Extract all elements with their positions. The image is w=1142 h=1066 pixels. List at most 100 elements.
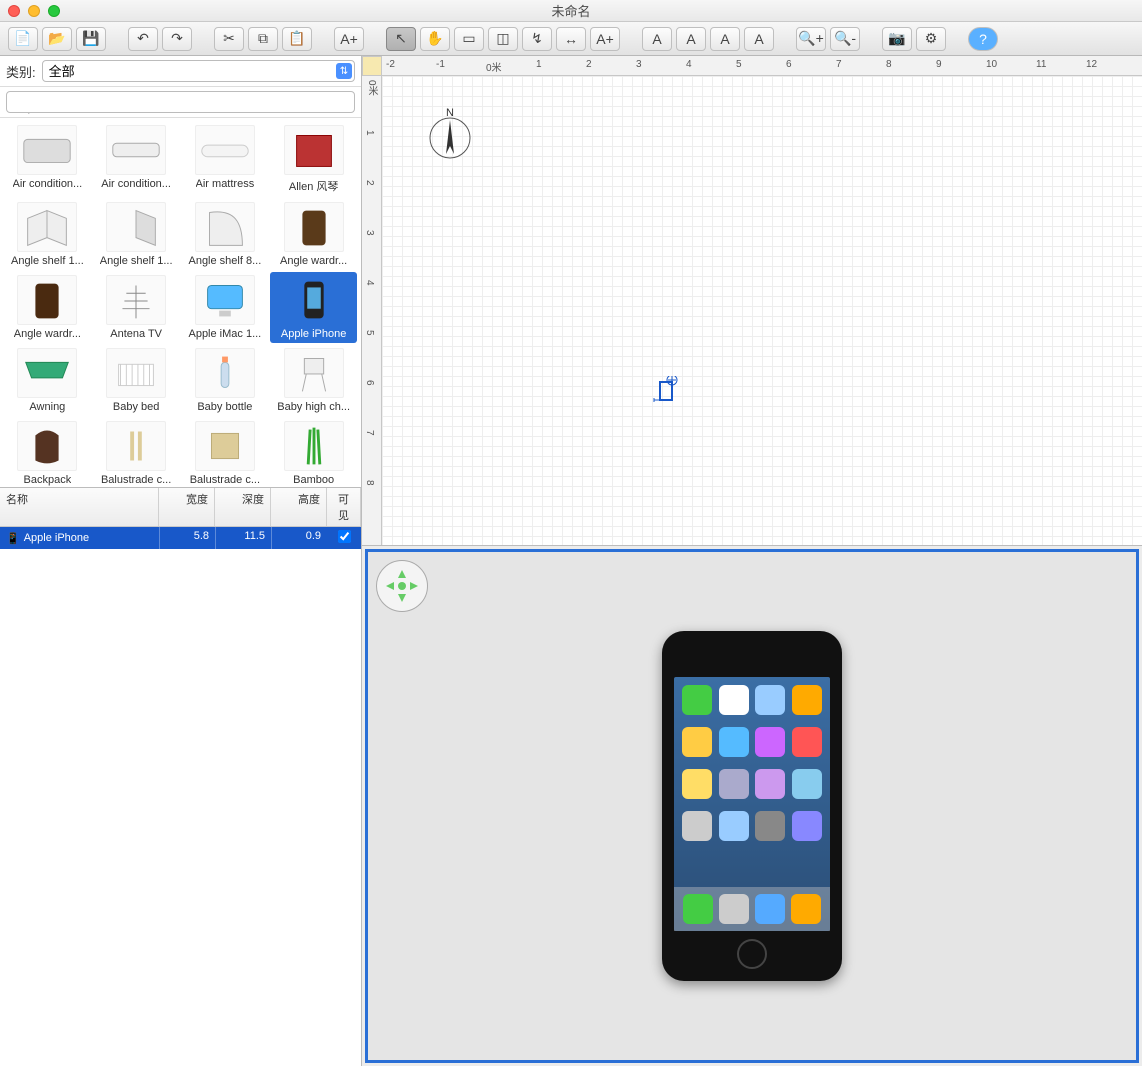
snapshot-button[interactable]: 📷 (882, 27, 912, 51)
furniture-table-body[interactable]: 📱Apple iPhone5.811.50.9 (0, 527, 361, 1066)
plan-2d-view[interactable]: -2-10米123456789101112 0米12345678 N (362, 56, 1142, 546)
catalog-item[interactable]: Balustrade c... (182, 418, 269, 488)
undo-button[interactable]: ↶ (128, 27, 158, 51)
col-width[interactable]: 宽度 (159, 488, 215, 526)
view-3d[interactable] (365, 549, 1139, 1063)
crib-icon (106, 348, 166, 398)
ruler-tick: 0米 (486, 59, 502, 74)
catalog-item-label: Angle wardr... (280, 255, 347, 267)
app-icon (719, 685, 749, 715)
redo-button[interactable]: ↷ (162, 27, 192, 51)
catalog-item-label: Awning (29, 401, 65, 413)
pan-button[interactable]: ✋ (420, 27, 450, 51)
catalog-item[interactable]: Angle shelf 1... (4, 199, 91, 270)
catalog-item[interactable]: Angle shelf 1... (93, 199, 180, 270)
col-visible[interactable]: 可见 (327, 488, 361, 526)
catalog-item-label: Angle shelf 1... (100, 255, 173, 267)
catalog-item[interactable]: Air condition... (4, 122, 91, 197)
organ-icon (284, 125, 344, 175)
catalog-item-label: Air condition... (13, 178, 83, 190)
catalog-item[interactable]: Antena TV (93, 272, 180, 343)
add-text-button[interactable]: A+ (590, 27, 620, 51)
catalog-item[interactable]: Baby bed (93, 345, 180, 416)
zoom-in-button[interactable]: 🔍+ (796, 27, 826, 51)
awning-icon (17, 348, 77, 398)
chevron-updown-icon: ⇅ (336, 63, 352, 79)
catalog-item[interactable]: Angle wardr... (4, 272, 91, 343)
catalog-item[interactable]: Bamboo (270, 418, 357, 488)
catalog-item[interactable]: Apple iPhone (270, 272, 357, 343)
ruler-tick: 2 (364, 180, 375, 186)
create-rooms-button[interactable]: ◫ (488, 27, 518, 51)
furniture-catalog[interactable]: Air condition...Air condition...Air matt… (0, 118, 361, 488)
ruler-tick: 4 (364, 280, 375, 286)
balustrade-icon (106, 421, 166, 471)
col-height[interactable]: 高度 (271, 488, 327, 526)
catalog-item-label: Backpack (24, 474, 72, 486)
furniture-row[interactable]: 📱Apple iPhone5.811.50.9 (0, 527, 361, 549)
catalog-item[interactable]: Angle shelf 8... (182, 199, 269, 270)
antenna-icon (106, 275, 166, 325)
ruler-tick: 3 (636, 59, 642, 70)
category-value: 全部 (49, 64, 75, 79)
cut-button[interactable]: ✂ (214, 27, 244, 51)
catalog-item[interactable]: Backpack (4, 418, 91, 488)
zoom-out-button[interactable]: 🔍- (830, 27, 860, 51)
app-icon (682, 811, 712, 841)
ruler-tick: -1 (436, 59, 445, 70)
col-name[interactable]: 名称 (0, 488, 159, 526)
preferences-button[interactable]: ⚙ (916, 27, 946, 51)
svg-text:N: N (446, 107, 454, 119)
catalog-item-label: Balustrade c... (190, 474, 260, 486)
window-titlebar: 未命名 (0, 0, 1142, 22)
category-select[interactable]: 全部 ⇅ (42, 60, 355, 82)
col-depth[interactable]: 深度 (215, 488, 271, 526)
copy-button[interactable]: ⧉ (248, 27, 278, 51)
catalog-item[interactable]: Air mattress (182, 122, 269, 197)
catalog-item[interactable]: Balustrade c... (93, 418, 180, 488)
bamboo-icon (284, 421, 344, 471)
bold-button[interactable]: A (710, 27, 740, 51)
paste-button[interactable]: 📋 (282, 27, 312, 51)
balustrade2-icon (195, 421, 255, 471)
imac-icon (195, 275, 255, 325)
create-polyline-button[interactable]: ↯ (522, 27, 552, 51)
open-button[interactable]: 📂 (42, 27, 72, 51)
placed-furniture-iphone[interactable] (652, 376, 680, 404)
catalog-item[interactable]: Allen 风琴 (270, 122, 357, 197)
catalog-item[interactable]: Baby bottle (182, 345, 269, 416)
app-icon (682, 727, 712, 757)
compass-icon[interactable]: N (422, 106, 478, 162)
new-button[interactable]: 📄 (8, 27, 38, 51)
catalog-item[interactable]: Air condition... (93, 122, 180, 197)
add-furniture-button[interactable]: A+ (334, 27, 364, 51)
ruler-tick: -2 (386, 59, 395, 70)
help-button[interactable]: ? (968, 27, 998, 51)
furniture-name: Apple iPhone (24, 532, 89, 544)
catalog-search-input[interactable] (6, 91, 355, 113)
text-smaller-button[interactable]: A (676, 27, 706, 51)
catalog-item[interactable]: Baby high ch... (270, 345, 357, 416)
ruler-tick: 0米 (364, 80, 379, 96)
furniture-width: 5.8 (159, 527, 215, 549)
ruler-tick: 7 (364, 430, 375, 436)
catalog-item[interactable]: Angle wardr... (270, 199, 357, 270)
save-button[interactable]: 💾 (76, 27, 106, 51)
create-dimension-button[interactable]: ↔ (556, 27, 586, 51)
text-bigger-button[interactable]: A (642, 27, 672, 51)
bottle-icon (195, 348, 255, 398)
catalog-item-label: Angle shelf 8... (188, 255, 261, 267)
iphone-icon (284, 275, 344, 325)
catalog-item[interactable]: Awning (4, 345, 91, 416)
visible-checkbox[interactable] (338, 530, 351, 543)
catalog-item-label: Antena TV (110, 328, 162, 340)
catalog-item[interactable]: Apple iMac 1... (182, 272, 269, 343)
ruler-tick: 4 (686, 59, 692, 70)
window-title: 未命名 (0, 1, 1142, 20)
ruler-tick: 5 (736, 59, 742, 70)
select-button[interactable]: ↖ (386, 27, 416, 51)
italic-button[interactable]: A (744, 27, 774, 51)
3d-nav-control[interactable] (376, 560, 428, 612)
create-walls-button[interactable]: ▭ (454, 27, 484, 51)
plan-canvas[interactable]: N (382, 76, 1142, 545)
